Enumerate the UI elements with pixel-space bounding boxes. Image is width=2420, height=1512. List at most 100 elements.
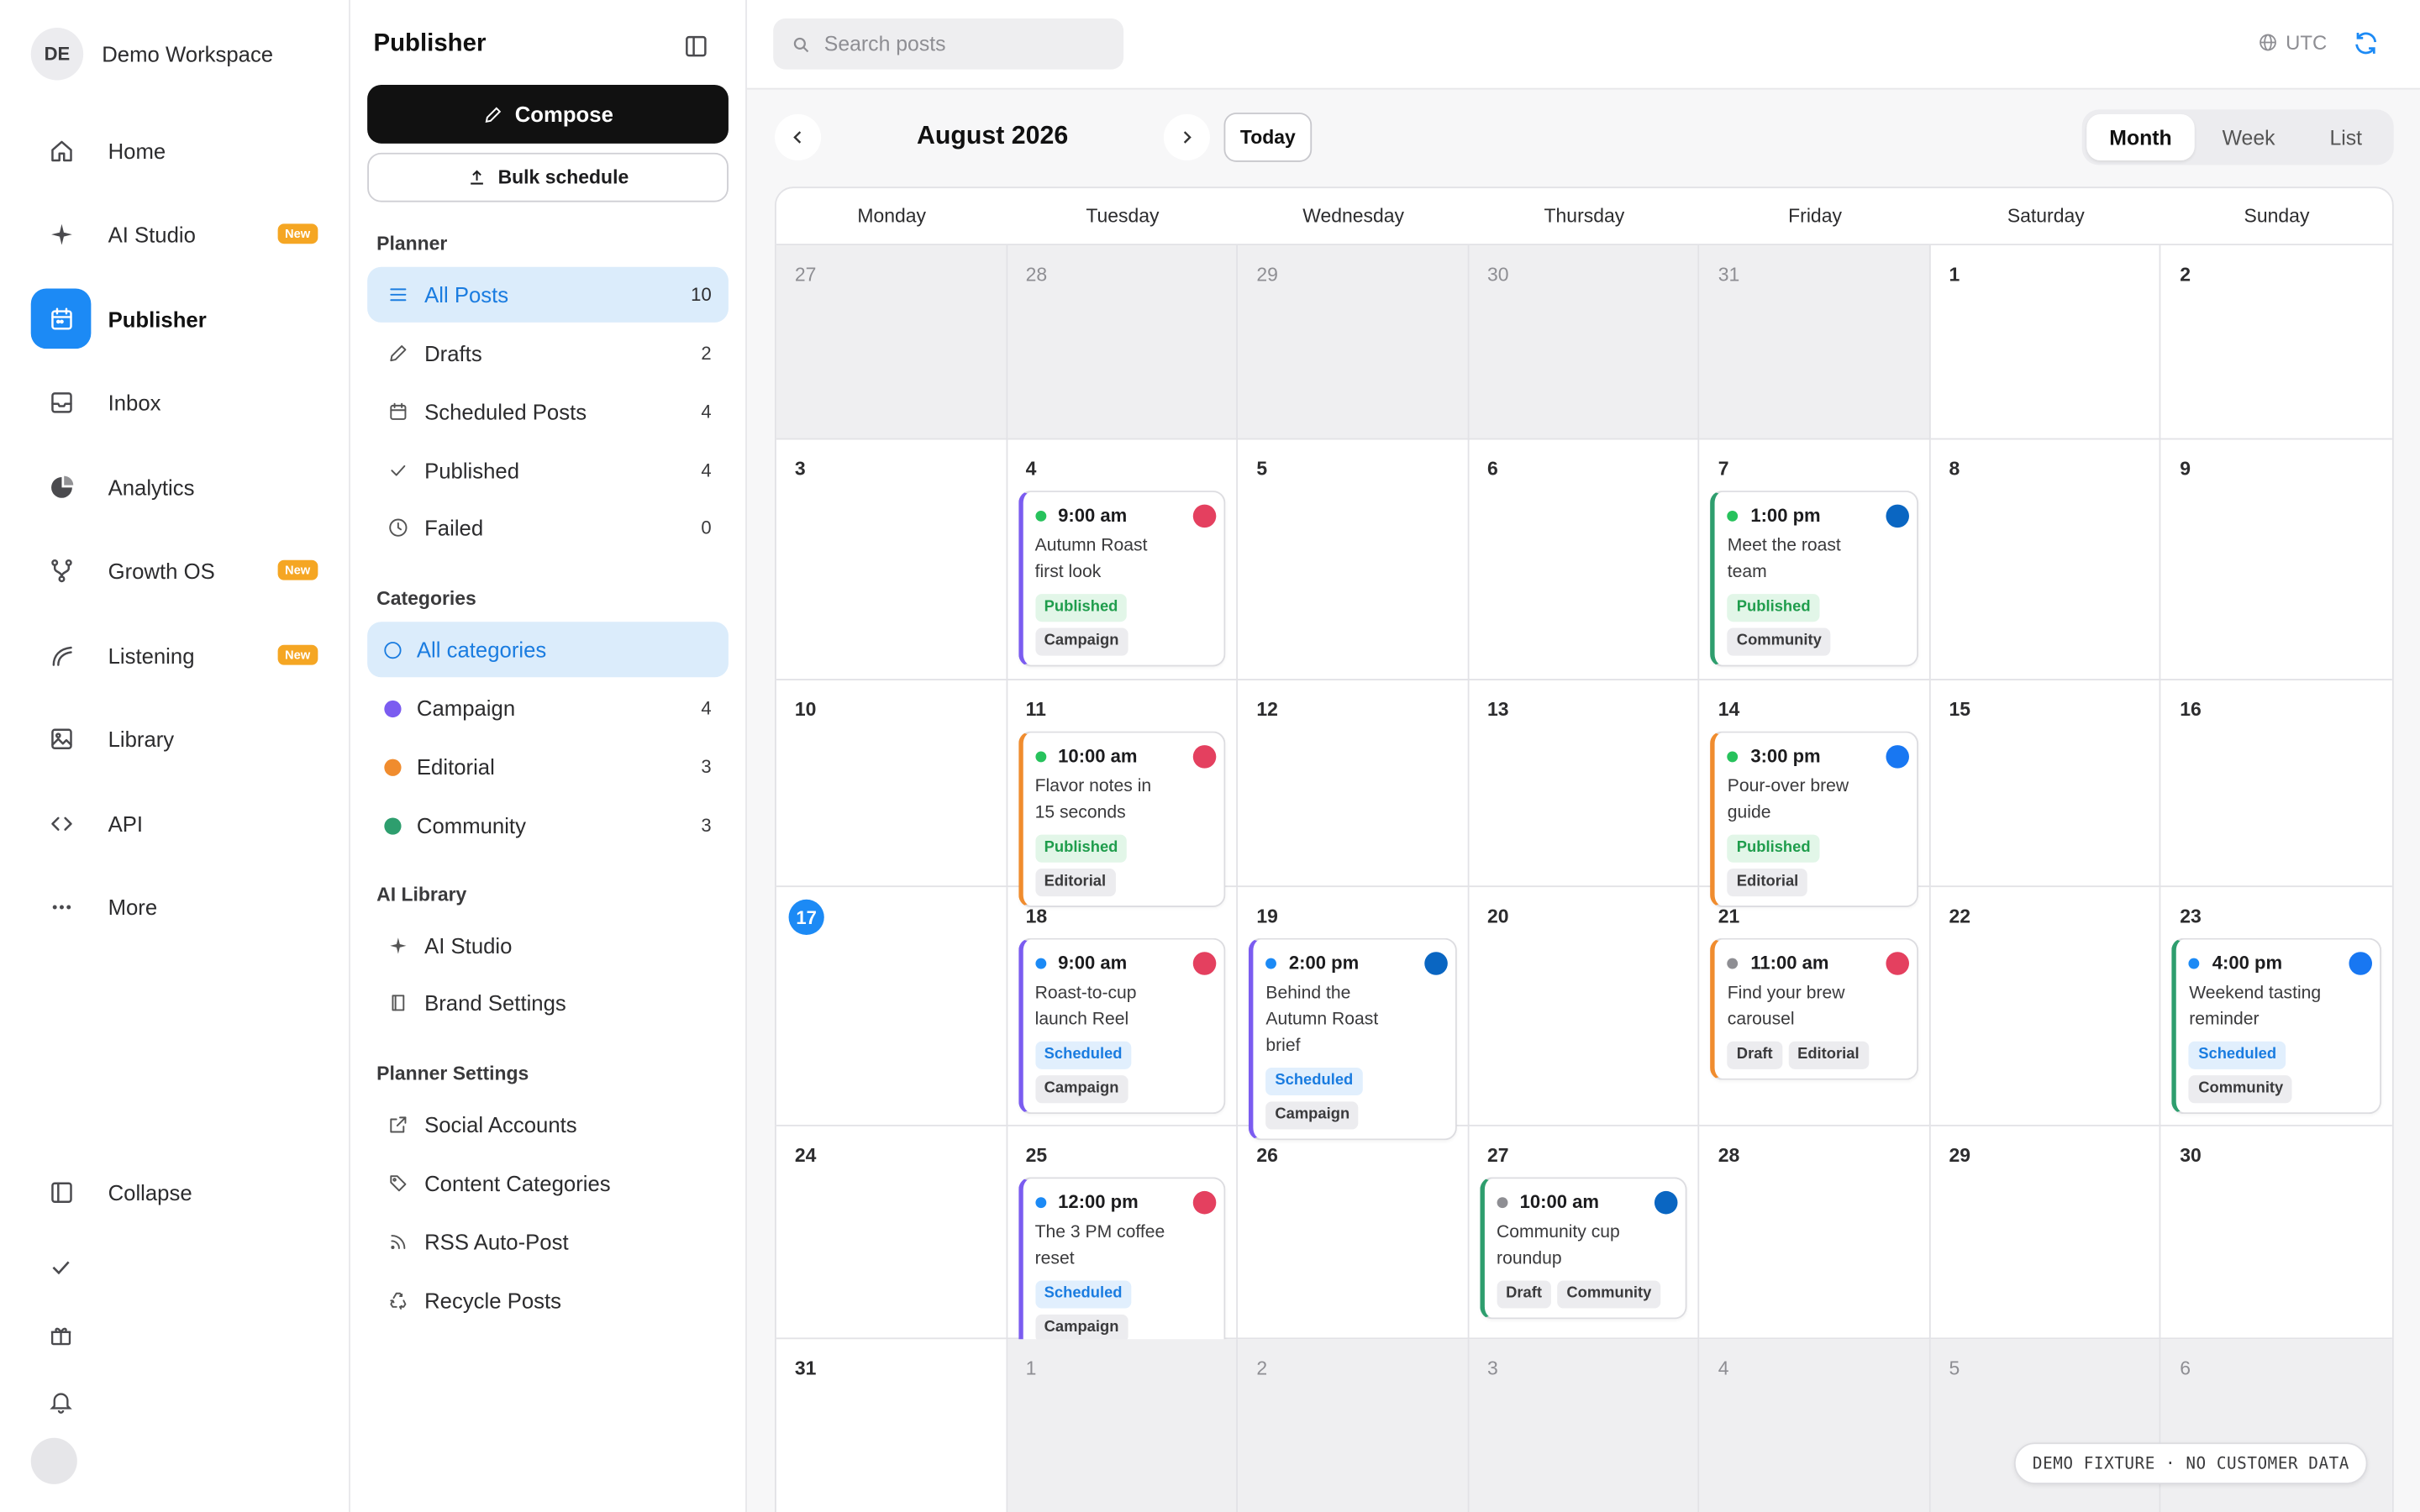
day-cell[interactable]: 24 [776, 1126, 1007, 1340]
settings-social-accounts[interactable]: Social Accounts [367, 1097, 729, 1152]
planner-drafts[interactable]: Drafts 2 [367, 326, 729, 381]
day-cell[interactable]: 3 [1468, 1339, 1700, 1512]
check-icon[interactable] [31, 1243, 92, 1289]
bulk-schedule-button[interactable]: Bulk schedule [367, 152, 729, 202]
day-cell[interactable]: 11 10:00 am Flavor notes in 15 seconds Publ… [1007, 680, 1239, 907]
day-cell[interactable]: 6 [1468, 439, 1700, 680]
day-cell[interactable]: 10 [776, 680, 1007, 888]
day-cell[interactable]: 9 [2161, 439, 2392, 680]
post-card[interactable]: 1:00 pm Meet the roast team Published Commu… [1710, 491, 1918, 667]
next-month-button[interactable] [1163, 113, 1210, 161]
post-card[interactable]: 12:00 pm The 3 PM coffee reset Scheduled Ca… [1018, 1177, 1226, 1353]
day-cell[interactable]: 4 [1699, 1339, 1931, 1512]
settings-rss-auto-post[interactable]: RSS Auto-Post [367, 1214, 729, 1269]
day-cell[interactable]: 29 [1238, 245, 1469, 440]
day-cell[interactable]: 30 [1468, 245, 1700, 440]
ai-library-ai-studio[interactable]: AI Studio [367, 918, 729, 974]
day-cell[interactable]: 1 [1930, 245, 2162, 440]
ai-library-brand-settings[interactable]: Brand Settings [367, 975, 729, 1031]
post-card[interactable]: 9:00 am Autumn Roast first look Published C… [1018, 491, 1226, 667]
day-cell[interactable]: 26 [1238, 1126, 1469, 1340]
previous-month-button[interactable] [775, 113, 822, 161]
planner-scheduled-posts[interactable]: Scheduled Posts 4 [367, 384, 729, 439]
post-card[interactable]: 2:00 pm Behind the Autumn Roast brief Sche… [1249, 937, 1457, 1141]
user-avatar[interactable] [30, 1437, 77, 1484]
category-editorial[interactable]: Editorial 3 [367, 739, 729, 795]
day-cell[interactable]: 18 9:00 am Roast-to-cup launch Reel Schedul… [1007, 887, 1239, 1126]
day-cell[interactable]: 27 10:00 am Community cup roundup Draft Comm… [1468, 1126, 1700, 1340]
today-button[interactable]: Today [1223, 113, 1313, 162]
post-card[interactable]: 10:00 am Flavor notes in 15 seconds Publis… [1018, 731, 1226, 907]
planner-failed[interactable]: Failed 0 [367, 500, 729, 555]
nav-item-growth-os[interactable]: Growth OS New [31, 540, 321, 601]
day-cell[interactable]: 8 [1930, 439, 2162, 680]
post-tags: Scheduled Campaign [1034, 1041, 1212, 1104]
day-cell[interactable]: 14 3:00 pm Pour-over brew guide Published Ed… [1699, 680, 1931, 907]
category-campaign[interactable]: Campaign 4 [367, 680, 729, 736]
day-cell[interactable]: 7 1:00 pm Meet the roast team Published Comm… [1699, 439, 1931, 680]
day-cell[interactable]: 27 [776, 245, 1007, 440]
timezone-selector[interactable]: UTC [2258, 31, 2327, 54]
settings-recycle-posts[interactable]: Recycle Posts [367, 1273, 729, 1328]
nav-item-ai-studio[interactable]: AI Studio New [31, 203, 321, 264]
nav-item-more[interactable]: More [31, 876, 321, 937]
panel-toggle-icon[interactable] [682, 33, 710, 60]
day-cell[interactable]: 20 [1468, 887, 1700, 1126]
view-month[interactable]: Month [2086, 113, 2195, 161]
day-cell[interactable]: 5 [1238, 439, 1469, 680]
day-cell[interactable]: 16 [2161, 680, 2392, 888]
day-cell[interactable]: 17 [776, 887, 1007, 1126]
nav-item-api[interactable]: API [31, 793, 321, 853]
nav-item-home[interactable]: Home [31, 120, 321, 181]
day-cell[interactable]: 25 12:00 pm The 3 PM coffee reset Scheduled… [1007, 1126, 1239, 1353]
day-cell[interactable]: 28 [1007, 245, 1239, 440]
view-week[interactable]: Week [2195, 114, 2303, 160]
workspace-switcher[interactable]: DE Demo Workspace [30, 28, 273, 81]
day-cell[interactable]: 3 [776, 439, 1007, 680]
day-cell[interactable]: 29 [1930, 1126, 2162, 1340]
search-box[interactable] [773, 18, 1124, 70]
post-card[interactable]: 11:00 am Find your brew carousel Draft Edit… [1710, 937, 1918, 1080]
post-card[interactable]: 4:00 pm Weekend tasting reminder Scheduled… [2172, 937, 2381, 1115]
day-cell[interactable]: 15 [1930, 680, 2162, 888]
day-cell[interactable]: 5 [1930, 1339, 2162, 1512]
day-cell[interactable]: 30 [2161, 1126, 2392, 1340]
settings-content-categories[interactable]: Content Categories [367, 1156, 729, 1211]
category-all-categories[interactable]: All categories [367, 622, 729, 678]
day-cell[interactable]: 6 [2161, 1339, 2392, 1512]
refresh-icon[interactable] [2352, 29, 2380, 57]
compose-button[interactable]: Compose [367, 85, 729, 144]
new-badge: New [276, 559, 318, 580]
day-cell[interactable]: 31 [1699, 245, 1931, 440]
day-cell[interactable]: 22 [1930, 887, 2162, 1126]
bell-icon[interactable] [31, 1378, 92, 1424]
nav-item-publisher[interactable]: Publisher [30, 288, 321, 349]
day-cell[interactable]: 21 11:00 am Find your brew carousel Draft Ed… [1699, 887, 1931, 1126]
nav-item-analytics[interactable]: Analytics [31, 457, 321, 517]
nav-item-inbox[interactable]: Inbox [31, 372, 321, 433]
planner-all-posts[interactable]: All Posts 10 [367, 266, 729, 323]
day-cell[interactable]: 2 [2161, 245, 2392, 440]
gift-icon[interactable] [31, 1311, 92, 1357]
post-card[interactable]: 9:00 am Roast-to-cup launch Reel Scheduled… [1018, 937, 1226, 1115]
day-cell[interactable]: 2 [1238, 1339, 1469, 1512]
day-cell[interactable]: 12 [1238, 680, 1469, 888]
planner-published[interactable]: Published 4 [367, 443, 729, 498]
day-cell[interactable]: 28 [1699, 1126, 1931, 1340]
day-cell[interactable]: 4 9:00 am Autumn Roast first look Published… [1007, 439, 1239, 680]
category-community[interactable]: Community 3 [367, 798, 729, 853]
search-input[interactable] [823, 32, 1102, 56]
collapse-button[interactable]: Collapse [31, 1162, 321, 1222]
day-cell[interactable]: 31 [776, 1339, 1007, 1512]
nav-item-listening[interactable]: Listening New [31, 625, 321, 685]
day-cell[interactable]: 19 2:00 pm Behind the Autumn Roast brief Sc… [1238, 887, 1469, 1141]
day-cell[interactable]: 13 [1468, 680, 1700, 888]
day-cell[interactable]: 23 4:00 pm Weekend tasting reminder Schedul… [2161, 887, 2392, 1126]
new-badge: New [276, 223, 318, 244]
post-card[interactable]: 10:00 am Community cup roundup Draft Commun… [1479, 1177, 1688, 1320]
nav-item-library[interactable]: Library [31, 708, 321, 769]
view-list[interactable]: List [2302, 114, 2389, 160]
settings-label: Social Accounts [424, 1112, 577, 1137]
post-card[interactable]: 3:00 pm Pour-over brew guide Published Edit… [1710, 731, 1918, 907]
day-cell[interactable]: 1 [1007, 1339, 1239, 1512]
